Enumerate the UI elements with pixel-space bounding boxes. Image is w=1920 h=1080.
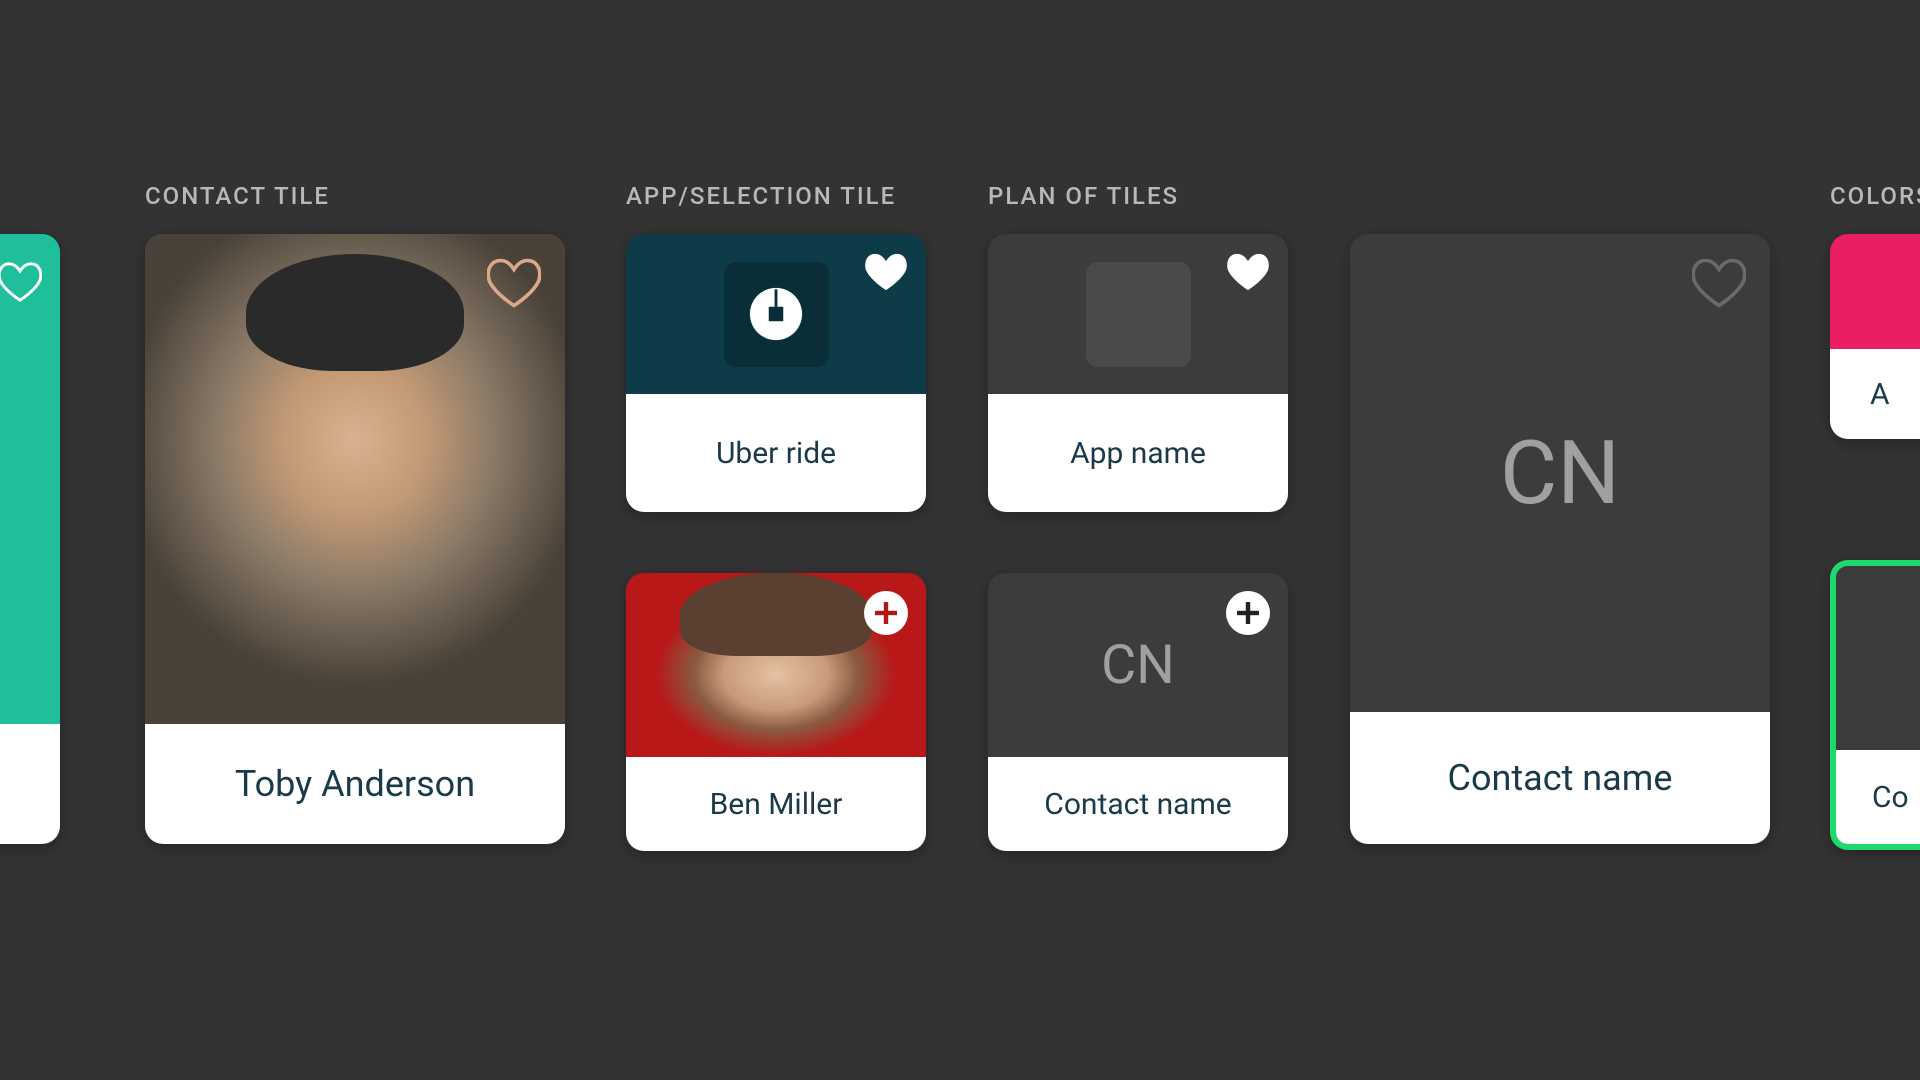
app-tile-label: Uber ride [626,394,926,512]
plan-contact-small[interactable]: CN Contact name [988,573,1288,851]
heart-icon[interactable] [1226,252,1270,296]
section-label-colors: COLORS [1830,182,1920,210]
contact-name-label: Toby Anderson [145,724,565,844]
plan-contact-small-label: Contact name [988,757,1288,851]
section-label-app: APP/SELECTION TILE [626,182,896,210]
plan-app-tile[interactable]: App name [988,234,1288,512]
plan-contact-large-label: Contact name [1350,712,1770,844]
contact-initials: CN [1500,422,1620,525]
color-tile-selected[interactable]: Co [1830,560,1920,850]
color-tile-label: Co [1836,750,1920,844]
heart-icon[interactable] [864,252,908,296]
contact-tile-partial[interactable] [0,234,60,844]
section-label-contact: CONTACT TILE [145,182,330,210]
plan-contact-large[interactable]: CN Contact name [1350,234,1770,844]
contact-tile-toby[interactable]: Toby Anderson [145,234,565,844]
app-tile-uber[interactable]: Uber ride [626,234,926,512]
section-label-plan: PLAN OF TILES [988,182,1179,210]
heart-icon[interactable] [0,262,42,306]
color-tile-pink[interactable]: A [1830,234,1920,439]
selection-tile-ben[interactable]: Ben Miller [626,573,926,851]
app-icon-placeholder [1086,262,1191,367]
plus-icon[interactable] [1226,591,1270,639]
contact-initials: CN [1101,634,1175,697]
plan-app-label: App name [988,394,1288,512]
heart-icon[interactable] [1692,258,1746,312]
selection-tile-label: Ben Miller [626,757,926,851]
uber-icon [724,262,829,367]
plus-icon[interactable] [864,591,908,639]
heart-icon[interactable] [487,258,541,312]
color-tile-label: A [1830,349,1920,439]
